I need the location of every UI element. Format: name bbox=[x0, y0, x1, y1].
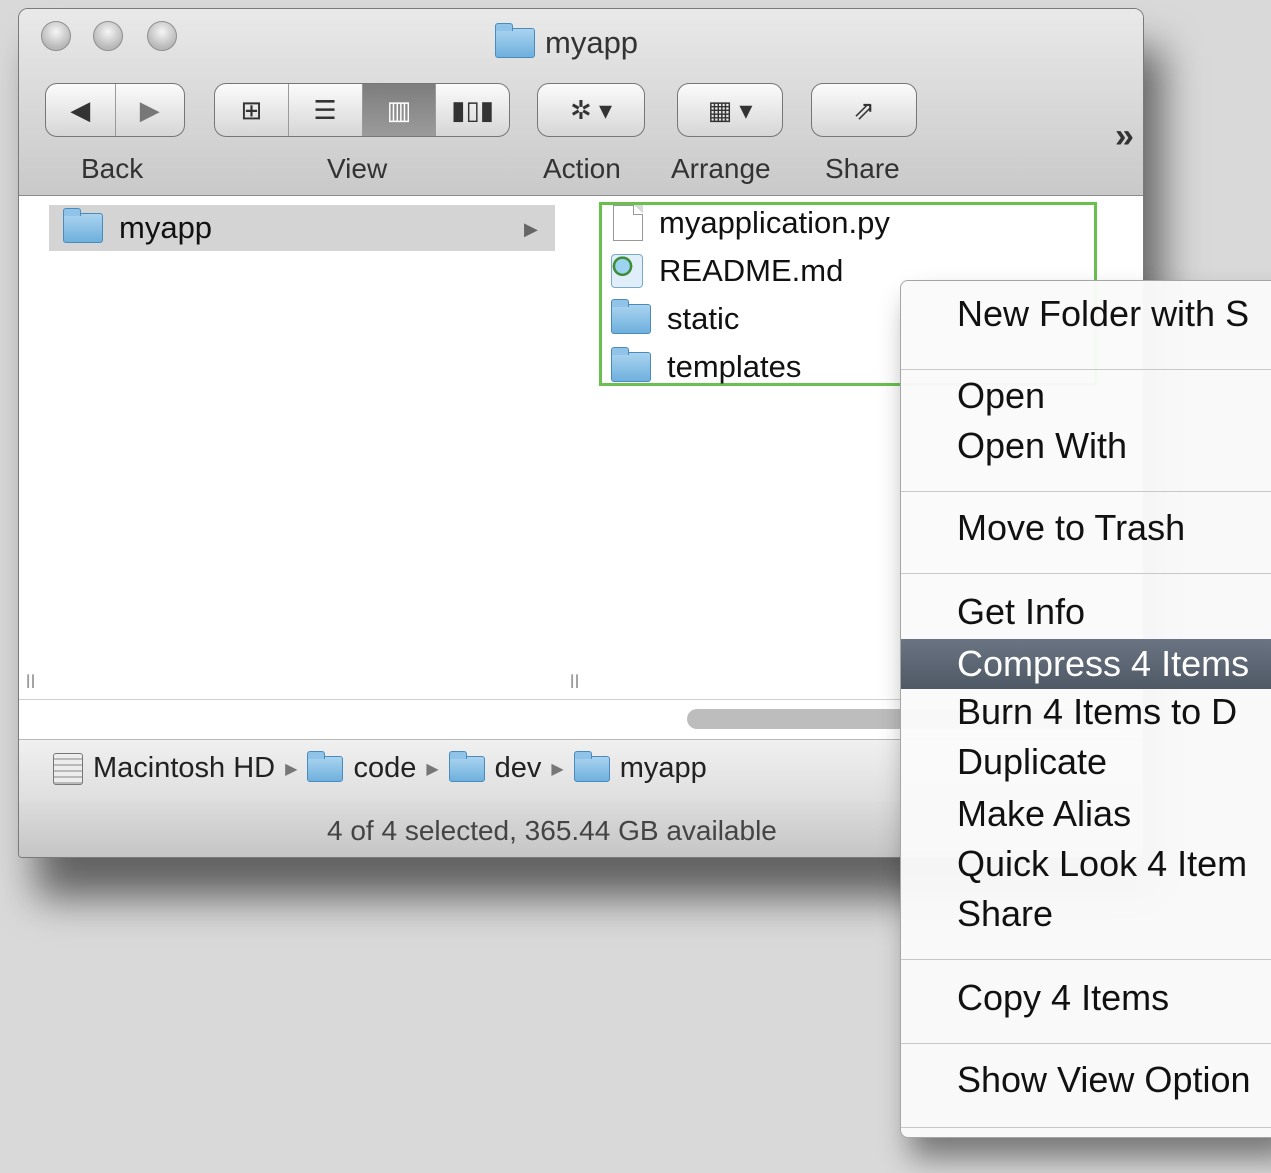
coverflow-icon: ▮▯▮ bbox=[451, 94, 495, 125]
folder-icon bbox=[573, 750, 610, 782]
document-icon bbox=[613, 205, 643, 241]
arrange-button[interactable]: ▦ ▾ bbox=[677, 83, 783, 137]
menu-item-get-info[interactable]: Get Info bbox=[957, 591, 1085, 633]
icon-view-button[interactable]: ⊞ bbox=[215, 84, 289, 136]
forward-button[interactable]: ▶ bbox=[116, 84, 185, 136]
chevron-right-icon: ▶ bbox=[285, 760, 298, 778]
column-view-button[interactable]: ▥ bbox=[362, 84, 437, 136]
column-one bbox=[49, 197, 555, 697]
back-forward-control: ◀ ▶ bbox=[45, 83, 185, 137]
item-name: myapp bbox=[119, 210, 213, 245]
list-view-button[interactable]: ☰ bbox=[289, 84, 363, 136]
zoom-window-button[interactable] bbox=[147, 21, 177, 51]
item-name: README.md bbox=[659, 253, 844, 288]
menu-item-share[interactable]: Share bbox=[957, 893, 1053, 935]
columns-icon: ▥ bbox=[386, 94, 412, 125]
menu-item-quick-look[interactable]: Quick Look 4 Item bbox=[957, 843, 1247, 885]
item-name: templates bbox=[667, 349, 802, 384]
action-label: Action bbox=[543, 153, 621, 184]
breadcrumb-item[interactable]: dev bbox=[495, 752, 542, 785]
view-control: ⊞ ☰ ▥ ▮▯▮ bbox=[214, 83, 510, 137]
menu-item-move-to-trash[interactable]: Move to Trash bbox=[957, 507, 1185, 549]
share-label: Share bbox=[825, 153, 900, 184]
grid-icon: ⊞ bbox=[240, 94, 263, 125]
context-menu: New Folder with S Open Open With Move to… bbox=[900, 280, 1271, 1138]
folder-row-templates[interactable]: templates bbox=[611, 347, 801, 387]
menu-item-show-view-options[interactable]: Show View Option bbox=[957, 1059, 1251, 1101]
menu-item-compress[interactable]: Compress 4 Items bbox=[901, 639, 1271, 689]
action-button[interactable]: ✲ ▾ bbox=[537, 83, 645, 137]
folder-icon bbox=[307, 750, 344, 782]
list-icon: ☰ bbox=[313, 94, 337, 125]
window-title: myapp bbox=[495, 23, 639, 61]
menu-separator bbox=[901, 959, 1271, 960]
disclosure-arrow-icon: ▶ bbox=[524, 219, 538, 239]
back-label: Back bbox=[81, 153, 144, 184]
breadcrumb: Macintosh HD ▶ code ▶ dev ▶ myapp bbox=[53, 750, 707, 785]
share-button[interactable]: ⇗ bbox=[811, 83, 917, 137]
breadcrumb-item[interactable]: code bbox=[353, 752, 416, 785]
status-text: 4 of 4 selected, 365.44 GB available bbox=[327, 815, 777, 846]
folder-icon bbox=[611, 347, 651, 382]
share-icon: ⇗ bbox=[853, 94, 875, 125]
breadcrumb-item[interactable]: myapp bbox=[620, 752, 707, 785]
menu-item-burn[interactable]: Burn 4 Items to D bbox=[957, 691, 1237, 733]
coverflow-view-button[interactable]: ▮▯▮ bbox=[436, 84, 509, 136]
toolbar-overflow-button[interactable]: » bbox=[1115, 117, 1134, 156]
hard-drive-icon bbox=[53, 752, 83, 785]
menu-item-copy[interactable]: Copy 4 Items bbox=[957, 977, 1169, 1019]
window-title-text: myapp bbox=[545, 25, 639, 60]
column-divider bbox=[555, 197, 596, 697]
share-seg: ⇗ bbox=[812, 84, 916, 136]
menu-item-duplicate[interactable]: Duplicate bbox=[957, 741, 1107, 783]
markdown-file-icon bbox=[611, 254, 643, 288]
menu-separator bbox=[901, 1127, 1271, 1128]
chevron-right-icon: ▶ bbox=[426, 760, 439, 778]
arrange-label: Arrange bbox=[671, 153, 771, 184]
folder-icon bbox=[63, 208, 103, 243]
file-row-readme[interactable]: README.md bbox=[611, 251, 843, 291]
menu-separator bbox=[901, 573, 1271, 574]
action-seg: ✲ ▾ bbox=[538, 84, 644, 136]
close-window-button[interactable] bbox=[41, 21, 71, 51]
column-resize-handle[interactable]: ॥ bbox=[23, 665, 36, 695]
toolbar: myapp ◀ ▶ Back ⊞ ☰ ▥ ▮▯▮ View ✲ ▾ Action… bbox=[19, 9, 1143, 196]
left-arrow-icon: ◀ bbox=[70, 94, 91, 125]
chevron-right-icon: ▶ bbox=[551, 760, 564, 778]
file-row-myapplication[interactable]: myapplication.py bbox=[613, 203, 890, 243]
item-name: static bbox=[667, 301, 740, 336]
view-label: View bbox=[327, 153, 388, 184]
breadcrumb-item[interactable]: Macintosh HD bbox=[93, 752, 275, 785]
folder-row-myapp[interactable]: myapp bbox=[63, 205, 212, 251]
arrange-seg: ▦ ▾ bbox=[678, 84, 782, 136]
menu-separator bbox=[901, 1043, 1271, 1044]
folder-icon bbox=[495, 23, 535, 58]
column-resize-handle[interactable]: ॥ bbox=[567, 665, 580, 695]
gear-icon: ✲ ▾ bbox=[569, 94, 613, 125]
minimize-window-button[interactable] bbox=[93, 21, 123, 51]
back-button[interactable]: ◀ bbox=[46, 84, 116, 136]
menu-separator bbox=[901, 369, 1271, 370]
right-arrow-icon: ▶ bbox=[139, 94, 160, 125]
menu-separator bbox=[901, 491, 1271, 492]
folder-row-static[interactable]: static bbox=[611, 299, 739, 339]
arrange-grid-icon: ▦ ▾ bbox=[707, 94, 753, 125]
menu-item-open[interactable]: Open bbox=[957, 375, 1045, 417]
menu-item-new-folder-with-selection[interactable]: New Folder with S bbox=[957, 293, 1249, 335]
item-name: myapplication.py bbox=[659, 205, 890, 240]
menu-item-open-with[interactable]: Open With bbox=[957, 425, 1127, 467]
folder-icon bbox=[448, 750, 485, 782]
menu-item-make-alias[interactable]: Make Alias bbox=[957, 793, 1131, 835]
folder-icon bbox=[611, 299, 651, 334]
